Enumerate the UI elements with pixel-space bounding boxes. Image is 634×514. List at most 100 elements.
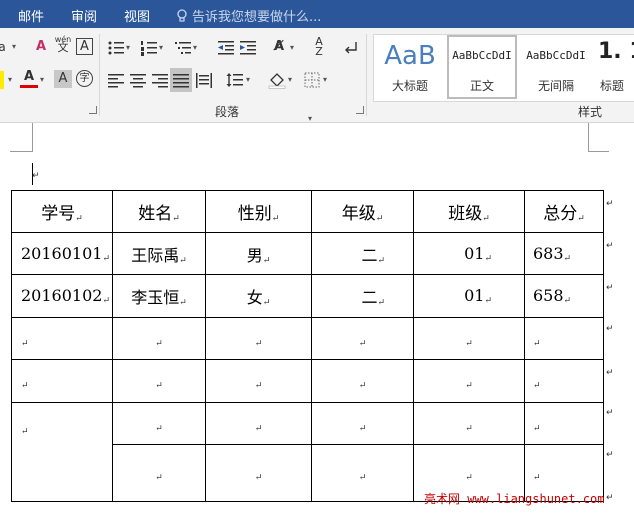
numbering-icon[interactable]	[140, 39, 158, 57]
cell-text: 男	[246, 245, 263, 265]
show-hide-marks-icon[interactable]	[342, 39, 360, 57]
table-cell-empty[interactable]: ↵	[205, 402, 312, 445]
justify-icon[interactable]	[172, 71, 190, 89]
table-cell-empty[interactable]: ↵	[205, 317, 312, 360]
paragraph-mark: ↵	[358, 381, 367, 391]
table-cell-empty[interactable]: ↵	[11, 359, 113, 403]
table-cell[interactable]: 王际禹↵	[112, 232, 206, 275]
menu-view[interactable]: 视图	[124, 6, 150, 25]
header-text: 姓名	[138, 204, 173, 224]
table-cell-empty[interactable]: ↵	[311, 402, 414, 445]
style-normal[interactable]: AaBbCcDdI 正文	[447, 35, 517, 99]
paragraph-group-label: 段落	[215, 105, 240, 119]
chevron-down-icon: ▾	[159, 43, 164, 52]
table-cell[interactable]: 李玉恒↵	[112, 274, 206, 318]
table-cell[interactable]: 01↵	[413, 274, 525, 318]
table-cell-empty[interactable]: ↵	[205, 359, 312, 403]
table-cell-empty[interactable]: ↵	[413, 317, 525, 360]
tell-me-search[interactable]: 告诉我您想要做什么...	[176, 6, 321, 25]
line-spacing-icon[interactable]	[226, 71, 244, 89]
table-cell-empty[interactable]: ↵	[205, 444, 312, 502]
enclose-characters-icon[interactable]: 字	[76, 70, 93, 87]
table-cell-empty[interactable]: ↵	[311, 444, 414, 502]
table-header-cell[interactable]: 性别↵	[205, 190, 312, 233]
table-cell[interactable]: 二↵	[311, 274, 414, 318]
table-cell-empty[interactable]: ↵	[413, 402, 525, 445]
paragraph-mark: ↵	[533, 423, 541, 434]
sort-icon[interactable]: AZ	[310, 36, 328, 57]
paragraph-mark: ↵	[254, 381, 263, 391]
table-cell[interactable]: 658↵	[524, 274, 604, 318]
table-cell-empty[interactable]: ↵	[112, 444, 206, 502]
increase-indent-icon[interactable]	[239, 39, 257, 57]
table-cell[interactable]: 683↵	[524, 232, 604, 275]
table-header-row: 学号↵ 姓名↵ 性别↵ 年级↵ 班级↵ 总分↵	[11, 190, 604, 233]
chevron-down-icon: ▾	[246, 75, 251, 84]
paragraph-dialog-launcher-icon[interactable]	[356, 106, 364, 114]
row-end-mark: ↵	[606, 241, 614, 251]
phonetic-guide-icon[interactable]: wén 文	[54, 36, 72, 54]
menu-mailings[interactable]: 邮件	[18, 6, 44, 25]
table-cell-empty[interactable]: ↵	[524, 317, 604, 360]
multilevel-list-icon[interactable]	[174, 39, 192, 57]
align-left-icon[interactable]	[107, 71, 125, 89]
data-table[interactable]: 学号↵ 姓名↵ 性别↵ 年级↵ 班级↵ 总分↵ 20160101↵ 王际禹↵ 男↵ 二↵ 01↵ 68…	[11, 190, 604, 502]
paragraph-mark: ↵	[377, 298, 385, 308]
character-shading-icon[interactable]: A	[54, 70, 72, 88]
bullets-icon[interactable]	[107, 39, 125, 57]
paragraph-mark: ↵	[102, 296, 110, 306]
clear-formatting-icon[interactable]: A	[32, 38, 50, 56]
style-no-spacing[interactable]: AaBbCcDdI 无间隔	[520, 35, 592, 99]
header-text: 班级	[448, 204, 483, 224]
table-cell-empty[interactable]: ↵	[311, 359, 414, 403]
table-cell-empty[interactable]: ↵	[112, 359, 206, 403]
table-cell[interactable]: 男↵	[205, 232, 312, 275]
font-dialog-launcher-icon[interactable]	[89, 106, 97, 114]
ruler-indent-marker[interactable]: ▾	[308, 114, 312, 123]
style-heading-big[interactable]: AaB 大标题	[374, 35, 446, 99]
paragraph-mark: ↵	[577, 214, 585, 224]
table-header-cell[interactable]: 总分↵	[524, 190, 604, 233]
table-header-cell[interactable]: 姓名↵	[112, 190, 206, 233]
style-heading[interactable]: 1. 1 标题	[594, 35, 634, 99]
decrease-indent-icon[interactable]	[217, 39, 235, 57]
document-canvas[interactable]: ↵ 学号↵ 姓名↵ 性别↵ 年级↵ 班级↵ 总分↵ 20160101↵ 王际禹↵ 男↵ 二↵ 01↵…	[0, 123, 634, 514]
table-cell[interactable]: 20160102↵	[11, 274, 113, 318]
highlight-color-icon[interactable]	[0, 71, 4, 89]
table-header-cell[interactable]: 学号↵	[11, 190, 113, 233]
table-cell[interactable]: 01↵	[413, 232, 525, 275]
table-cell-empty[interactable]: ↵	[311, 317, 414, 360]
table-cell-empty[interactable]: ↵	[112, 402, 206, 445]
menu-bar: 邮件 审阅 视图 告诉我您想要做什么...	[0, 0, 634, 28]
table-cell[interactable]: 二↵	[311, 232, 414, 275]
table-cell-empty[interactable]: ↵	[112, 317, 206, 360]
table-cell[interactable]: 20160101↵	[11, 232, 113, 275]
table-cell[interactable]: 女↵	[205, 274, 312, 318]
shading-icon[interactable]	[268, 71, 286, 89]
table-cell-empty[interactable]: ↵	[524, 402, 604, 445]
table-cell-empty[interactable]: ↵	[11, 317, 113, 360]
cell-text: 658	[533, 286, 564, 305]
row-end-mark: ↵	[606, 493, 614, 503]
table-header-cell[interactable]: 班级↵	[413, 190, 525, 233]
chevron-down-icon: ▾	[40, 75, 45, 84]
table-cell-empty[interactable]: ↵	[413, 359, 525, 403]
character-border-icon[interactable]: A	[76, 38, 93, 55]
align-right-icon[interactable]	[151, 71, 169, 89]
paragraph-mark: ↵	[21, 427, 29, 437]
borders-icon[interactable]	[303, 71, 321, 89]
font-color-icon[interactable]: A	[20, 68, 38, 86]
style-name: 正文	[469, 79, 494, 93]
menu-review[interactable]: 审阅	[71, 6, 97, 25]
paragraph-mark: ↵	[102, 253, 110, 264]
cell-text: 01	[464, 243, 485, 263]
chinese-layout-icon[interactable]: A̸	[270, 38, 288, 56]
table-header-cell[interactable]: 年级↵	[311, 190, 414, 233]
paragraph-mark: ↵	[155, 423, 163, 434]
table-cell-empty[interactable]: ↵	[11, 402, 113, 502]
table-cell-empty[interactable]: ↵	[524, 359, 604, 403]
chevron-down-icon: ▾	[12, 42, 17, 51]
distributed-icon[interactable]	[195, 71, 213, 89]
align-center-icon[interactable]	[129, 71, 147, 89]
font-size-shrink-icon[interactable]: a	[0, 38, 8, 56]
